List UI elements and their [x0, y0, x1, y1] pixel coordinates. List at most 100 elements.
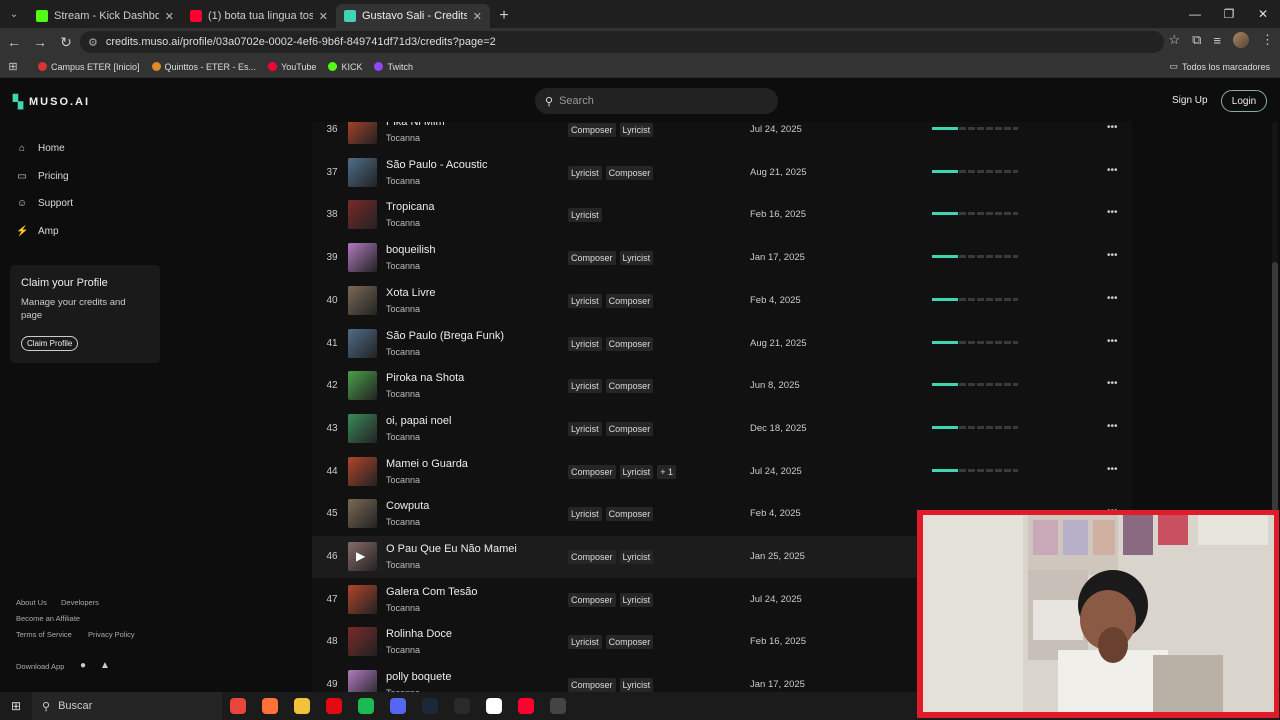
- more-options-icon[interactable]: •••: [1107, 421, 1118, 432]
- album-cover[interactable]: [348, 122, 377, 144]
- more-options-icon[interactable]: •••: [1107, 207, 1118, 218]
- credit-row[interactable]: 40 Xota Livre Tocanna Lyricist Composer Feb 4…: [312, 280, 1132, 322]
- artist-name[interactable]: Tocanna: [386, 133, 420, 143]
- artist-name[interactable]: Tocanna: [386, 261, 420, 271]
- profile-avatar[interactable]: [1233, 32, 1249, 48]
- album-cover[interactable]: [348, 285, 377, 315]
- site-info-icon[interactable]: ⚙: [88, 36, 98, 49]
- artist-name[interactable]: Tocanna: [386, 517, 420, 527]
- credit-row[interactable]: 42 Piroka na Shota Tocanna Lyricist Composer…: [312, 365, 1132, 407]
- privacy-link[interactable]: Privacy Policy: [88, 630, 135, 639]
- sidebar-item-pricing[interactable]: ▭ Pricing: [16, 171, 68, 182]
- tab-close-icon[interactable]: ✕: [319, 10, 328, 23]
- bookmark-item[interactable]: YouTube: [268, 62, 316, 72]
- song-title[interactable]: polly boquete: [386, 671, 451, 683]
- spotify-icon[interactable]: [350, 692, 382, 720]
- artist-name[interactable]: Tocanna: [386, 304, 420, 314]
- tab-close-icon[interactable]: ✕: [473, 10, 482, 23]
- login-button[interactable]: Login: [1221, 90, 1267, 112]
- tab-close-icon[interactable]: ✕: [165, 10, 174, 23]
- close-window-icon[interactable]: ✕: [1246, 0, 1280, 28]
- url-bar[interactable]: ⚙ credits.muso.ai/profile/03a0702e-0002-…: [80, 31, 1164, 53]
- browser-tab[interactable]: Stream - Kick Dashboard ✕: [28, 4, 182, 28]
- more-options-icon[interactable]: •••: [1107, 464, 1118, 475]
- bookmark-item[interactable]: Twitch: [374, 62, 413, 72]
- song-title[interactable]: O Pau Que Eu Não Mamei: [386, 543, 517, 555]
- song-title[interactable]: boqueilish: [386, 244, 436, 256]
- sign-up-link[interactable]: Sign Up: [1172, 95, 1208, 106]
- taskbar-search[interactable]: ⚲ Buscar: [32, 692, 222, 720]
- sidebar-item-support[interactable]: ☺ Support: [16, 198, 73, 209]
- album-cover[interactable]: [348, 627, 377, 657]
- credit-row[interactable]: 43 oi, papai noel Tocanna Lyricist Composer D…: [312, 408, 1132, 450]
- obs-icon[interactable]: [542, 692, 574, 720]
- muso-logo[interactable]: ▚ MUSO.AI: [13, 94, 90, 110]
- all-bookmarks[interactable]: ▭ Todos los marcadores: [1169, 61, 1270, 72]
- sidebar-item-amp[interactable]: ⚡ Amp: [16, 226, 59, 237]
- artist-name[interactable]: Tocanna: [386, 475, 420, 485]
- song-title[interactable]: São Paulo (Brega Funk): [386, 330, 504, 342]
- apps-grid-icon[interactable]: ⊞: [0, 60, 26, 73]
- bookmark-item[interactable]: Quinttos - ETER - Es...: [151, 62, 256, 72]
- song-title[interactable]: Rolinha Doce: [386, 628, 452, 640]
- developers-link[interactable]: Developers: [61, 598, 99, 607]
- affiliate-link[interactable]: Become an Affiliate: [16, 614, 80, 623]
- song-title[interactable]: Cowputa: [386, 500, 429, 512]
- album-cover[interactable]: ▶: [348, 542, 377, 571]
- back-icon[interactable]: ←: [2, 30, 26, 54]
- bookmark-item[interactable]: Campus ETER [Inicio]: [38, 62, 140, 72]
- bookmark-item[interactable]: KICK: [328, 62, 362, 72]
- firefox-icon[interactable]: [254, 692, 286, 720]
- song-title[interactable]: Piroka na Shota: [386, 372, 464, 384]
- youtube-icon[interactable]: [510, 692, 542, 720]
- terms-link[interactable]: Terms of Service: [16, 630, 72, 639]
- android-icon[interactable]: ▲: [100, 660, 110, 671]
- capcut-icon[interactable]: [478, 692, 510, 720]
- song-title[interactable]: Galera Com Tesão: [386, 586, 478, 598]
- minimize-icon[interactable]: —: [1178, 0, 1212, 28]
- credit-row[interactable]: 44 Mamei o Guarda Tocanna Composer Lyricist +…: [312, 451, 1132, 493]
- song-title[interactable]: Xota Livre: [386, 287, 436, 299]
- album-cover[interactable]: [348, 200, 377, 230]
- discord-icon[interactable]: [382, 692, 414, 720]
- epic-icon[interactable]: [446, 692, 478, 720]
- album-cover[interactable]: [348, 499, 377, 529]
- song-title[interactable]: Tropicana: [386, 201, 435, 213]
- files-icon[interactable]: [286, 692, 318, 720]
- song-title[interactable]: Mamei o Guarda: [386, 458, 468, 470]
- album-cover[interactable]: [348, 371, 377, 401]
- artist-name[interactable]: Tocanna: [386, 603, 420, 613]
- artist-name[interactable]: Tocanna: [386, 389, 420, 399]
- album-cover[interactable]: [348, 157, 377, 187]
- more-options-icon[interactable]: •••: [1107, 122, 1118, 133]
- album-cover[interactable]: [348, 584, 377, 614]
- restore-icon[interactable]: ❐: [1212, 0, 1246, 28]
- play-icon[interactable]: ▶: [356, 549, 365, 563]
- credit-row[interactable]: 37 São Paulo - Acoustic Tocanna Lyricist Com…: [312, 152, 1132, 194]
- chrome-icon[interactable]: [222, 692, 254, 720]
- apple-icon[interactable]: ●: [80, 660, 86, 671]
- artist-name[interactable]: Tocanna: [386, 432, 420, 442]
- credit-row[interactable]: 38 Tropicana Tocanna Lyricist Feb 16, 2025 ••…: [312, 194, 1132, 236]
- windows-start-icon[interactable]: ⊞: [0, 699, 32, 713]
- album-cover[interactable]: [348, 413, 377, 443]
- album-cover[interactable]: [348, 670, 377, 692]
- about-link[interactable]: About Us: [16, 598, 47, 607]
- browser-tab[interactable]: Gustavo Sali - Credits ✕: [336, 4, 490, 28]
- scrollbar-thumb[interactable]: [1272, 262, 1278, 522]
- more-options-icon[interactable]: •••: [1107, 336, 1118, 347]
- song-title[interactable]: São Paulo - Acoustic: [386, 159, 488, 171]
- song-title[interactable]: oi, papai noel: [386, 415, 451, 427]
- credit-row[interactable]: 41 São Paulo (Brega Funk) Tocanna Lyricist C…: [312, 323, 1132, 365]
- credit-row[interactable]: 36 Pika Ni Mim Tocanna Composer Lyricist Jul …: [312, 122, 1132, 151]
- reload-icon[interactable]: ↻: [54, 30, 78, 54]
- tab-search-button[interactable]: ⌄: [0, 0, 28, 28]
- browser-tab[interactable]: (1) bota tua lingua toscana - Yo ✕: [182, 4, 336, 28]
- browser-menu-icon[interactable]: ⋮: [1261, 32, 1274, 48]
- media-icon[interactable]: ≡: [1213, 33, 1221, 48]
- song-title[interactable]: Pika Ni Mim: [386, 122, 445, 128]
- bookmark-star-icon[interactable]: ☆: [1168, 32, 1180, 48]
- new-tab-button[interactable]: +: [490, 4, 518, 28]
- more-options-icon[interactable]: •••: [1107, 250, 1118, 261]
- artist-name[interactable]: Tocanna: [386, 645, 420, 655]
